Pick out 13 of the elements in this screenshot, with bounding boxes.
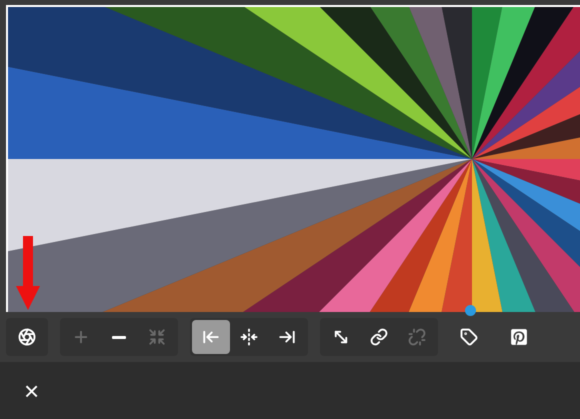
link-icon — [370, 328, 388, 346]
pinterest-icon — [510, 328, 528, 346]
plus-icon — [72, 328, 90, 346]
unlink-icon — [408, 328, 426, 346]
tag-icon — [460, 328, 478, 346]
align-right-icon — [278, 328, 296, 346]
align-left-icon — [202, 328, 220, 346]
align-center-icon — [240, 328, 258, 346]
aperture-icon — [18, 328, 36, 346]
shrink-icon — [148, 328, 166, 346]
close-button[interactable]: × — [20, 378, 44, 404]
resize-icon — [332, 328, 350, 346]
minus-icon — [112, 336, 126, 338]
